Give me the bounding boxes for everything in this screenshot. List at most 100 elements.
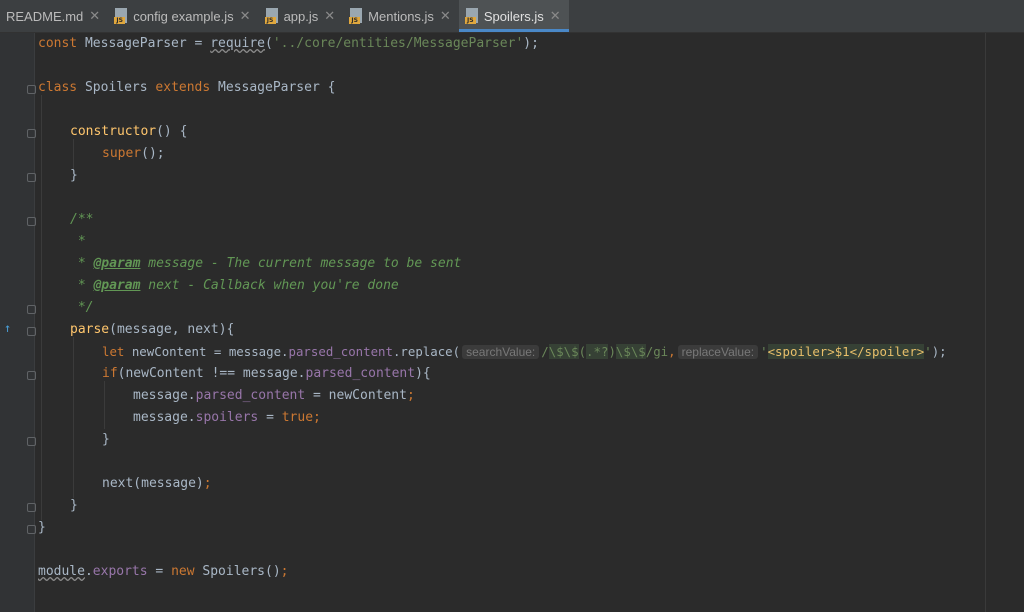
js-file-icon: JS (264, 8, 279, 24)
code-text: MessageParser { (210, 80, 336, 95)
code-text: ); (931, 344, 947, 359)
code-line-22[interactable]: } (70, 495, 78, 517)
property: parsed_content (288, 344, 393, 359)
code-line-25[interactable]: module.exports = new Spoilers(); (38, 561, 288, 583)
regex-part: .*? (586, 344, 609, 359)
indent-guide (73, 337, 74, 498)
code-text: ); (523, 36, 539, 51)
fold-marker[interactable] (27, 525, 36, 534)
regex-part: /gi (645, 344, 669, 359)
code-line-16[interactable]: if(newContent !== message.parsed_content… (102, 363, 431, 385)
close-icon[interactable]: ✕ (240, 8, 251, 24)
doc-tag: @param (93, 256, 141, 271)
semicolon: ; (313, 410, 321, 425)
parameter-hint: replaceValue: (677, 345, 759, 359)
regex-part: / (541, 344, 549, 359)
tab-mentions[interactable]: JS Mentions.js ✕ (343, 0, 459, 32)
doc-comment: */ (70, 300, 94, 315)
tab-label: Mentions.js (368, 8, 434, 24)
parameter-hint: searchValue: (462, 345, 540, 359)
fold-marker[interactable] (27, 217, 36, 226)
code-text: (newContent !== message. (117, 366, 306, 381)
fold-marker[interactable] (27, 437, 36, 446)
fold-marker[interactable] (27, 129, 36, 138)
code-line-18[interactable]: message.spoilers = true; (133, 407, 321, 429)
function-name: parse (70, 322, 110, 337)
code-text: newContent = message. (124, 344, 289, 359)
semicolon: ; (280, 564, 289, 579)
code-text: = (258, 410, 282, 425)
code-text: } (38, 520, 46, 535)
code-line-14[interactable]: parse(message, next){ (70, 319, 234, 341)
doc-tag: @param (93, 278, 141, 293)
fold-marker[interactable] (27, 503, 36, 512)
property: spoilers (195, 410, 259, 425)
code-text: () { (156, 124, 188, 139)
doc-comment: * (70, 234, 86, 249)
regex-part: \$\$ (615, 344, 646, 359)
code-editor[interactable]: ↑ const MessageParser = require('../core… (0, 33, 1024, 612)
keyword: extends (155, 80, 211, 95)
fold-marker[interactable] (27, 327, 36, 336)
doc-comment: * (70, 278, 94, 293)
keyword: class (38, 80, 78, 95)
doc-comment: next - Callback when you're done (140, 278, 399, 293)
code-line-5[interactable]: constructor() { (70, 121, 187, 143)
fold-marker[interactable] (27, 371, 36, 380)
semicolon: ; (406, 388, 415, 403)
code-line-15[interactable]: let newContent = message.parsed_content.… (102, 341, 947, 363)
tab-config-example[interactable]: JS config example.js ✕ (108, 0, 258, 32)
fold-marker[interactable] (27, 85, 36, 94)
override-marker-icon[interactable]: ↑ (4, 321, 18, 335)
code-text: Spoilers (77, 80, 156, 95)
keyword: if (102, 366, 118, 381)
close-icon[interactable]: ✕ (440, 8, 451, 24)
code-text: (message, next){ (109, 322, 235, 337)
keyword: const (38, 36, 78, 51)
code-text: . (84, 564, 93, 579)
code-text: MessageParser = (77, 36, 211, 51)
close-icon[interactable]: ✕ (324, 8, 335, 24)
code-text: = (147, 564, 172, 579)
code-text: ( (265, 36, 273, 51)
tab-spoilers[interactable]: JS Spoilers.js ✕ (458, 0, 569, 32)
js-file-icon: JS (349, 8, 363, 24)
code-line-6[interactable]: super(); (102, 143, 165, 165)
code-line-12[interactable]: * @param next - Callback when you're don… (70, 275, 399, 297)
close-icon[interactable]: ✕ (550, 8, 561, 24)
code-line-9[interactable]: /** (70, 209, 93, 231)
fold-marker[interactable] (27, 173, 36, 182)
close-icon[interactable]: ✕ (89, 8, 100, 24)
semicolon: ; (203, 476, 212, 491)
regex-part: ) (608, 344, 616, 359)
keyword: super (102, 146, 142, 161)
code-text: = newContent (305, 388, 407, 403)
tab-app[interactable]: JS app.js ✕ (259, 0, 344, 32)
property: exports (92, 564, 148, 579)
code-text: Spoilers() (194, 564, 281, 579)
code-line-3[interactable]: class Spoilers extends MessageParser { (38, 77, 335, 99)
string-quote: ' (760, 344, 768, 359)
keyword: let (102, 344, 125, 359)
code-line-1[interactable]: const MessageParser = require('../core/e… (38, 33, 539, 55)
comma: , (668, 344, 676, 359)
code-line-23[interactable]: } (38, 517, 46, 539)
code-line-19[interactable]: } (102, 429, 110, 451)
code-line-11[interactable]: * @param message - The current message t… (70, 253, 462, 275)
require-call: require (210, 36, 265, 51)
indent-guide (104, 381, 105, 429)
tab-label: README.md (6, 8, 84, 24)
tab-readme[interactable]: README.md ✕ (0, 0, 108, 32)
code-line-21[interactable]: next(message); (102, 473, 212, 495)
module-identifier: module (38, 564, 85, 579)
tab-label: config example.js (133, 8, 234, 24)
fold-marker[interactable] (27, 305, 36, 314)
code-line-7[interactable]: } (70, 165, 78, 187)
code-line-17[interactable]: message.parsed_content = newContent; (133, 385, 415, 407)
code-text: message. (133, 388, 196, 403)
code-line-13[interactable]: */ (70, 297, 94, 319)
code-line-10[interactable]: * (70, 231, 86, 253)
code-text: next(message) (102, 476, 204, 491)
code-text: } (70, 168, 78, 183)
string-literal: '../core/entities/MessageParser' (272, 36, 524, 51)
